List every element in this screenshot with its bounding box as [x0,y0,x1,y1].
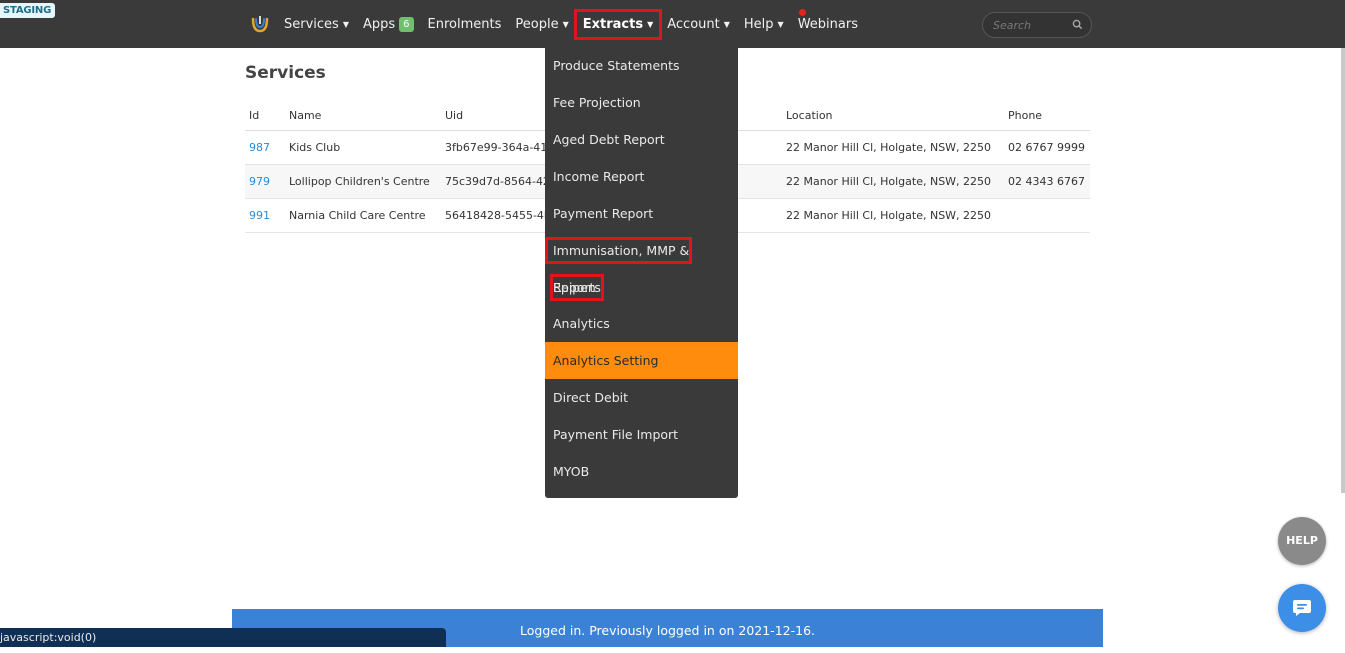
service-id-link[interactable]: 987 [245,130,285,165]
service-phone: 02 4343 6767 [1004,164,1090,199]
page-title: Services [245,63,326,83]
menu-item-fee-projection[interactable]: Fee Projection [545,84,738,121]
menu-item-label: Analytics Setting [553,353,659,368]
service-location: 22 Manor Hill Cl, Holgate, NSW, 2250 [782,130,1004,165]
menu-item-label: Direct Debit [553,390,629,405]
staging-badge: STAGING [0,3,56,18]
caret-down-icon: ▼ [723,19,730,29]
menu-item-analytics[interactable]: Analytics [545,305,738,342]
chat-button[interactable] [1278,584,1326,632]
nav-webinars-label: Webinars [797,16,858,32]
notification-dot [799,9,806,16]
menu-item-label: MYOB [553,464,590,479]
menu-item-reports[interactable]: Reports [545,269,738,306]
nav-people-label: People [515,16,559,32]
help-button[interactable]: HELP [1278,517,1326,565]
caret-down-icon: ▼ [777,19,784,29]
menu-item-label: Analytics [553,316,610,331]
service-name: Narnia Child Care Centre [285,198,441,233]
service-location: 22 Manor Hill Cl, Holgate, NSW, 2250 [782,164,1004,199]
nav-help[interactable]: Help ▼ [744,17,784,32]
menu-item-label: Reports [553,280,601,295]
search-box[interactable] [982,12,1092,38]
nav-webinars[interactable]: Webinars [798,17,858,32]
nav-people[interactable]: People ▼ [515,17,568,32]
col-header-id: Id [245,100,285,131]
service-name: Kids Club [285,130,441,165]
chat-icon [1293,600,1311,616]
nav-enrolments[interactable]: Enrolments [428,17,502,32]
service-id-link[interactable]: 991 [245,198,285,233]
extracts-dropdown-menu: Produce Statements Fee Projection Aged D… [544,47,738,498]
service-phone [1004,198,1090,233]
menu-item-myob[interactable]: MYOB [545,453,738,490]
menu-item-aged-debt-report[interactable]: Aged Debt Report [545,121,738,158]
nav-enrolments-label: Enrolments [427,16,502,32]
caret-down-icon: ▼ [342,19,349,29]
top-navbar: STAGING Services ▼ Apps 6 Enrolments Peo… [0,0,1345,48]
page-scrollbar[interactable] [1341,48,1345,493]
menu-item-immunisation[interactable]: Immunisation, MMP & Epipen [544,232,738,301]
search-input[interactable] [991,16,1075,35]
nav-account[interactable]: Account ▼ [667,17,730,32]
search-icon[interactable] [1072,19,1083,30]
menu-item-payment-report[interactable]: Payment Report [545,195,738,232]
nav-extracts[interactable]: Extracts ▼ [573,8,663,40]
nav-account-label: Account [667,16,720,32]
menu-item-label: Payment File Import [553,427,679,442]
caret-down-icon: ▼ [647,19,654,29]
nav-services[interactable]: Services ▼ [284,17,349,32]
service-id-link[interactable]: 979 [245,164,285,199]
nav-help-label: Help [743,16,774,32]
menu-item-income-report[interactable]: Income Report [545,158,738,195]
service-name: Lollipop Children's Centre [285,164,441,199]
menu-item-label: Payment Report [553,206,654,221]
menu-item-produce-statements[interactable]: Produce Statements [545,47,738,84]
menu-item-label: Income Report [553,169,645,184]
col-header-name: Name [285,100,441,131]
service-location: 22 Manor Hill Cl, Holgate, NSW, 2250 [782,198,1004,233]
browser-status-bar: javascript:void(0) [0,628,446,647]
nav-apps-label: Apps [362,16,396,32]
col-header-phone: Phone [1004,100,1090,131]
menu-item-label: Fee Projection [553,95,641,110]
menu-item-direct-debit[interactable]: Direct Debit [545,379,738,416]
caret-down-icon: ▼ [562,19,569,29]
nav-services-label: Services [284,16,339,32]
nav-extracts-label: Extracts [582,16,644,32]
menu-item-analytics-setting[interactable]: Analytics Setting [545,342,738,379]
service-phone: 02 6767 9999 [1004,130,1090,165]
menu-item-payment-file-import[interactable]: Payment File Import [545,416,738,453]
main-nav: Services ▼ Apps 6 Enrolments People ▼ Ex… [284,0,872,48]
col-header-location: Location [782,100,1004,131]
menu-item-label: Aged Debt Report [553,132,665,147]
app-logo-icon[interactable] [250,14,270,34]
apps-count-badge: 6 [399,16,414,32]
menu-item-label: Produce Statements [553,58,680,73]
nav-apps[interactable]: Apps 6 [362,16,414,32]
